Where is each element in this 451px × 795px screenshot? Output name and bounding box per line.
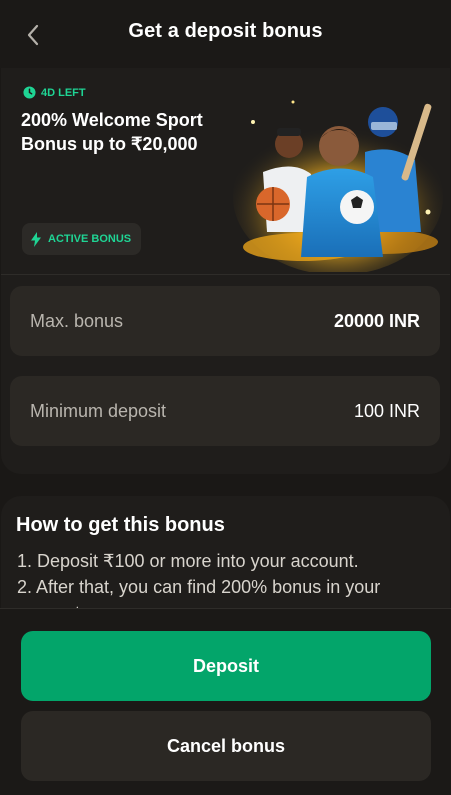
max-bonus-row: Max. bonus 20000 INR <box>10 286 440 356</box>
days-left-label: 4D LEFT <box>23 86 86 99</box>
divider <box>1 274 450 275</box>
header-bar: Get a deposit bonus <box>0 0 451 68</box>
bonus-hero: 4D LEFT 200% Welcome Sport Bonus up to ₹… <box>1 68 450 275</box>
action-bar: Deposit Cancel bonus <box>0 608 451 795</box>
max-bonus-label: Max. bonus <box>30 310 124 331</box>
max-bonus-value: 20000 INR <box>333 310 420 331</box>
days-left-text: 4D LEFT <box>41 86 86 99</box>
minimum-deposit-value: 100 INR <box>353 400 420 421</box>
how-to-title: How to get this bonus <box>16 514 225 536</box>
status-badge-text: ACTIVE BONUS <box>48 233 132 245</box>
clock-icon <box>23 86 36 99</box>
lightning-icon <box>31 231 41 247</box>
deposit-button[interactable]: Deposit <box>21 631 431 701</box>
sports-illustration <box>233 100 443 272</box>
page-title: Get a deposit bonus <box>128 20 323 42</box>
minimum-deposit-label: Minimum deposit <box>30 400 167 421</box>
how-to-step: 1. Deposit ₹100 or more into your accoun… <box>17 551 359 571</box>
promo-title: 200% Welcome Sport Bonus up to ₹20,000 <box>21 110 203 154</box>
minimum-deposit-row: Minimum deposit 100 INR <box>10 376 440 446</box>
status-badge: ACTIVE BONUS <box>22 223 142 255</box>
cancel-bonus-button[interactable]: Cancel bonus <box>21 711 431 781</box>
